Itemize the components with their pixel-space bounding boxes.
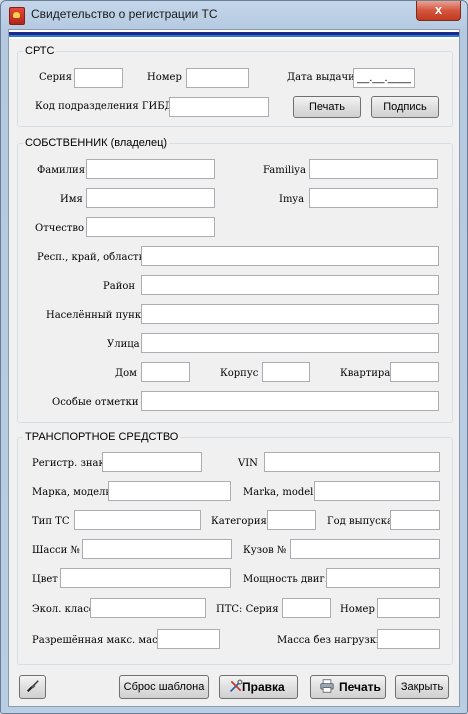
- vehicle-year-input[interactable]: [390, 510, 440, 530]
- vehicle-pts-number-label: Номер: [340, 604, 375, 615]
- vehicle-pts-series-label: ПТС: Серия: [216, 604, 279, 615]
- owner-notes-label: Особые отметки: [52, 397, 139, 408]
- owner-name-latin-label: Imya: [279, 194, 305, 205]
- edit-button[interactable]: Правка: [219, 675, 298, 699]
- tools-icon: [229, 679, 243, 693]
- coat-of-arms-icon: [9, 7, 25, 25]
- vehicle-make-model-latin-input[interactable]: [314, 481, 440, 501]
- owner-district-label: Район: [103, 281, 136, 292]
- vehicle-max-mass-label: Разрешённая макс. масса: [32, 635, 170, 646]
- vehicle-pts-number-input[interactable]: [377, 598, 440, 618]
- owner-surname-input[interactable]: [86, 159, 215, 179]
- owner-patronymic-label: Отчество: [35, 223, 85, 234]
- srts-sign-button[interactable]: Подпись: [371, 96, 439, 118]
- owner-house-label: Дом: [115, 368, 137, 379]
- owner-apartment-label: Квартира: [340, 368, 391, 379]
- vehicle-legend: ТРАНСПОРТНОЕ СРЕДСТВО: [25, 431, 179, 443]
- vehicle-power-label: Мощность двиг.: [243, 574, 328, 585]
- owner-surname-latin-label: Familiya: [263, 165, 306, 176]
- vehicle-type-input[interactable]: [74, 510, 201, 530]
- srts-print-button[interactable]: Печать: [293, 96, 361, 118]
- owner-legend: СОБСТВЕННИК (владелец): [25, 137, 168, 149]
- brush-icon: [26, 680, 39, 693]
- srts-number-input[interactable]: [186, 68, 249, 88]
- srts-series-input[interactable]: [74, 68, 123, 88]
- owner-surname-latin-input[interactable]: [309, 159, 438, 179]
- vehicle-vin-label: VIN: [238, 458, 258, 469]
- owner-surname-label: Фамилия: [37, 165, 86, 176]
- owner-house-input[interactable]: [141, 362, 190, 382]
- dialog-window: Свидетельство о регистрации ТС x СРТС Се…: [0, 0, 468, 714]
- header-stripe: [9, 30, 459, 39]
- srts-issue-date-label: Дата выдачи: [287, 72, 355, 83]
- vehicle-category-input[interactable]: [267, 510, 316, 530]
- vehicle-category-label: Категория: [211, 516, 267, 527]
- dialog-body: СРТС Серия Номер Дата выдачи Код подразд…: [8, 29, 460, 707]
- brush-tool-button[interactable]: [19, 675, 46, 699]
- srts-number-label: Номер: [147, 72, 182, 83]
- window-close-button[interactable]: x: [416, 1, 461, 21]
- owner-patronymic-input[interactable]: [86, 217, 215, 237]
- srts-series-label: Серия: [39, 72, 72, 83]
- vehicle-make-model-latin-label: Marka, model': [243, 487, 317, 498]
- title-bar[interactable]: Свидетельство о регистрации ТС x: [1, 1, 467, 29]
- owner-region-input[interactable]: [141, 246, 439, 266]
- window-title: Свидетельство о регистрации ТС: [31, 7, 218, 21]
- owner-apartment-input[interactable]: [390, 362, 439, 382]
- vehicle-chassis-input[interactable]: [82, 539, 232, 559]
- vehicle-reg-plate-label: Регистр. знак: [32, 458, 105, 469]
- owner-building-label: Корпус: [220, 368, 259, 379]
- close-button[interactable]: Закрыть: [395, 675, 449, 699]
- printer-icon: [320, 679, 334, 693]
- owner-notes-input[interactable]: [141, 391, 439, 411]
- owner-locality-label: Населённый пункт: [46, 310, 147, 321]
- vehicle-type-label: Тип ТС: [32, 516, 70, 527]
- vehicle-power-input[interactable]: [326, 568, 440, 588]
- owner-locality-input[interactable]: [141, 304, 439, 324]
- vehicle-unladen-mass-input[interactable]: [377, 629, 440, 649]
- owner-name-input[interactable]: [86, 188, 215, 208]
- vehicle-eco-input[interactable]: [90, 598, 206, 618]
- vehicle-body-input[interactable]: [290, 539, 440, 559]
- vehicle-unladen-mass-label: Масса без нагрузки: [277, 635, 383, 646]
- reset-template-button[interactable]: Сброс шаблона: [119, 675, 209, 699]
- srts-gibdd-input[interactable]: [169, 97, 269, 117]
- vehicle-color-label: Цвет: [32, 574, 58, 585]
- srts-legend: СРТС: [25, 45, 55, 57]
- vehicle-chassis-label: Шасси №: [32, 545, 80, 556]
- vehicle-eco-label: Экол. класс: [32, 604, 95, 615]
- edit-button-label: Правка: [242, 680, 285, 694]
- vehicle-vin-input[interactable]: [264, 452, 440, 472]
- vehicle-make-model-label: Марка, модель: [32, 487, 111, 498]
- owner-name-label: Имя: [60, 194, 83, 205]
- print-button-label: Печать: [339, 680, 381, 694]
- srts-issue-date-input[interactable]: [353, 68, 415, 88]
- vehicle-pts-series-input[interactable]: [282, 598, 331, 618]
- owner-district-input[interactable]: [141, 275, 439, 295]
- owner-region-label: Респ., край, область: [37, 252, 145, 263]
- vehicle-color-input[interactable]: [60, 568, 231, 588]
- vehicle-body-label: Кузов №: [243, 545, 287, 556]
- vehicle-reg-plate-input[interactable]: [102, 452, 202, 472]
- vehicle-max-mass-input[interactable]: [157, 629, 220, 649]
- owner-street-label: Улица: [107, 339, 140, 350]
- owner-street-input[interactable]: [141, 333, 439, 353]
- owner-name-latin-input[interactable]: [309, 188, 438, 208]
- vehicle-make-model-input[interactable]: [108, 481, 231, 501]
- srts-gibdd-label: Код подразделения ГИБДД: [35, 101, 181, 112]
- owner-building-input[interactable]: [262, 362, 310, 382]
- print-button[interactable]: Печать: [310, 675, 386, 699]
- vehicle-year-label: Год выпуска: [327, 516, 393, 527]
